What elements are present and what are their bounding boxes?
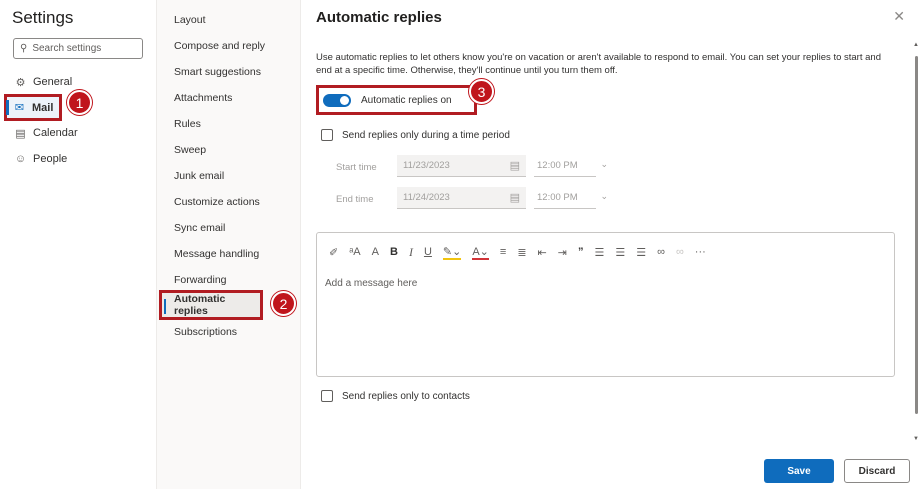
calendar-icon: ▤ <box>509 192 520 204</box>
nav-item-label: Calendar <box>33 127 78 139</box>
sub-item-layout[interactable]: Layout <box>174 14 206 26</box>
selected-indicator <box>6 100 9 115</box>
end-date-field[interactable]: 11/24/2023 ▤ <box>397 187 526 209</box>
end-date-value: 11/24/2023 <box>403 192 450 203</box>
font-size-icon[interactable]: ᵃA <box>349 246 360 258</box>
selected-indicator <box>164 299 166 314</box>
align-center-icon[interactable]: ☰ <box>615 246 625 259</box>
save-button[interactable]: Save <box>764 459 834 483</box>
settings-title: Settings <box>12 8 74 27</box>
nav-item-label: People <box>33 153 68 165</box>
nav-item-label: General <box>33 76 73 88</box>
mail-icon: ✉ <box>14 102 25 114</box>
numbering-icon[interactable]: ≣ <box>517 246 526 259</box>
sub-item-label: Automatic replies <box>174 293 226 317</box>
nav-item-calendar[interactable]: ▤ Calendar <box>0 122 150 144</box>
automatic-replies-panel: Automatic replies ✕ ▲ ▼ Use automatic re… <box>301 0 920 489</box>
italic-icon[interactable]: I <box>409 245 413 260</box>
align-right-icon[interactable]: ☰ <box>636 246 646 259</box>
sub-item-attachments[interactable]: Attachments <box>174 92 232 104</box>
contacts-only-label: Send replies only to contacts <box>342 390 470 402</box>
highlight-icon[interactable]: ✎⌄ <box>442 245 462 260</box>
unlink-icon: ∞ <box>675 246 684 258</box>
nav-item-mail[interactable]: ✉ Mail <box>4 94 62 121</box>
align-left-icon[interactable]: ☰ <box>594 246 604 259</box>
sub-item-smart-suggestions[interactable]: Smart suggestions <box>174 66 261 78</box>
sub-item-subscriptions[interactable]: Subscriptions <box>174 326 237 338</box>
contacts-only-checkbox[interactable] <box>321 390 333 402</box>
bullets-icon[interactable]: ≡ <box>500 246 506 258</box>
scroll-down-arrow-icon[interactable]: ▼ <box>913 436 919 442</box>
sub-item-sweep[interactable]: Sweep <box>174 144 206 156</box>
font-size-increase-icon[interactable]: A <box>372 246 379 258</box>
message-editor[interactable]: ✐ ᵃA A B I U ✎⌄ A⌄ ≡ ≣ ⇤ ⇥ ” ☰ ☰ ☰ ∞ ∞ ·… <box>316 232 895 377</box>
increase-indent-icon[interactable]: ⇥ <box>558 246 567 259</box>
time-period-checkbox[interactable] <box>321 129 333 141</box>
search-icon: ⚲ <box>20 43 28 54</box>
nav-item-label: Mail <box>32 101 54 114</box>
end-time-label: End time <box>336 194 374 205</box>
sub-item-rules[interactable]: Rules <box>174 118 201 130</box>
search-settings-input[interactable]: ⚲ Search settings <box>13 38 143 59</box>
close-icon[interactable]: ✕ <box>893 8 905 25</box>
end-time-value: 12:00 PM <box>537 192 578 203</box>
sub-item-customize-actions[interactable]: Customize actions <box>174 196 260 208</box>
message-placeholder: Add a message here <box>325 278 418 289</box>
start-time-label: Start time <box>336 162 377 173</box>
nav-item-people[interactable]: ☺ People <box>0 148 150 170</box>
automatic-replies-toggle[interactable] <box>323 93 351 107</box>
annotation-badge-2: 2 <box>271 291 296 316</box>
scrollbar-thumb[interactable] <box>915 56 918 414</box>
mail-settings-list: Layout Compose and reply Smart suggestio… <box>157 0 301 489</box>
time-period-checkbox-row[interactable]: Send replies only during a time period <box>321 129 510 141</box>
toggle-label: Automatic replies on <box>361 94 452 106</box>
sub-item-automatic-replies[interactable]: Automatic replies <box>159 290 263 320</box>
people-icon: ☺ <box>14 153 27 165</box>
gear-icon: ⚙ <box>15 76 26 89</box>
panel-description: Use automatic replies to let others know… <box>316 52 881 76</box>
sub-item-message-handling[interactable]: Message handling <box>174 248 259 260</box>
scroll-up-arrow-icon[interactable]: ▲ <box>913 42 919 48</box>
chevron-down-icon: ⌄ <box>600 191 608 201</box>
quote-icon[interactable]: ” <box>578 246 584 258</box>
chevron-down-icon: ⌄ <box>600 159 608 169</box>
underline-icon[interactable]: U <box>424 246 432 258</box>
time-period-label: Send replies only during a time period <box>342 129 510 141</box>
sub-item-forwarding[interactable]: Forwarding <box>174 274 227 286</box>
panel-title: Automatic replies <box>316 9 442 26</box>
start-time-dropdown[interactable]: 12:00 PM ⌄ <box>534 155 608 177</box>
link-icon[interactable]: ∞ <box>657 246 665 258</box>
settings-nav-pane: Settings ⚲ Search settings ⚙ General ✉ M… <box>0 0 157 489</box>
font-color-icon[interactable]: A⌄ <box>472 245 489 260</box>
sub-item-sync-email[interactable]: Sync email <box>174 222 225 234</box>
start-time-value: 12:00 PM <box>537 160 578 171</box>
calendar-icon: ▤ <box>15 127 26 140</box>
format-painter-icon[interactable]: ✐ <box>329 246 338 259</box>
annotation-badge-1: 1 <box>67 90 92 115</box>
start-date-field[interactable]: 11/23/2023 ▤ <box>397 155 526 177</box>
end-time-dropdown[interactable]: 12:00 PM ⌄ <box>534 187 608 209</box>
calendar-icon: ▤ <box>509 160 520 172</box>
contacts-only-checkbox-row[interactable]: Send replies only to contacts <box>321 390 470 402</box>
more-options-icon[interactable]: ··· <box>695 246 706 258</box>
annotation-badge-3: 3 <box>469 79 494 104</box>
sub-item-junk-email[interactable]: Junk email <box>174 170 224 182</box>
sub-item-compose-and-reply[interactable]: Compose and reply <box>174 40 265 52</box>
bold-icon[interactable]: B <box>390 246 398 258</box>
search-placeholder: Search settings <box>32 43 102 54</box>
decrease-indent-icon[interactable]: ⇤ <box>538 246 547 259</box>
formatting-toolbar: ✐ ᵃA A B I U ✎⌄ A⌄ ≡ ≣ ⇤ ⇥ ” ☰ ☰ ☰ ∞ ∞ ·… <box>329 243 717 261</box>
discard-button[interactable]: Discard <box>844 459 910 483</box>
automatic-replies-toggle-row[interactable]: Automatic replies on <box>316 85 477 115</box>
start-date-value: 11/23/2023 <box>403 160 450 171</box>
